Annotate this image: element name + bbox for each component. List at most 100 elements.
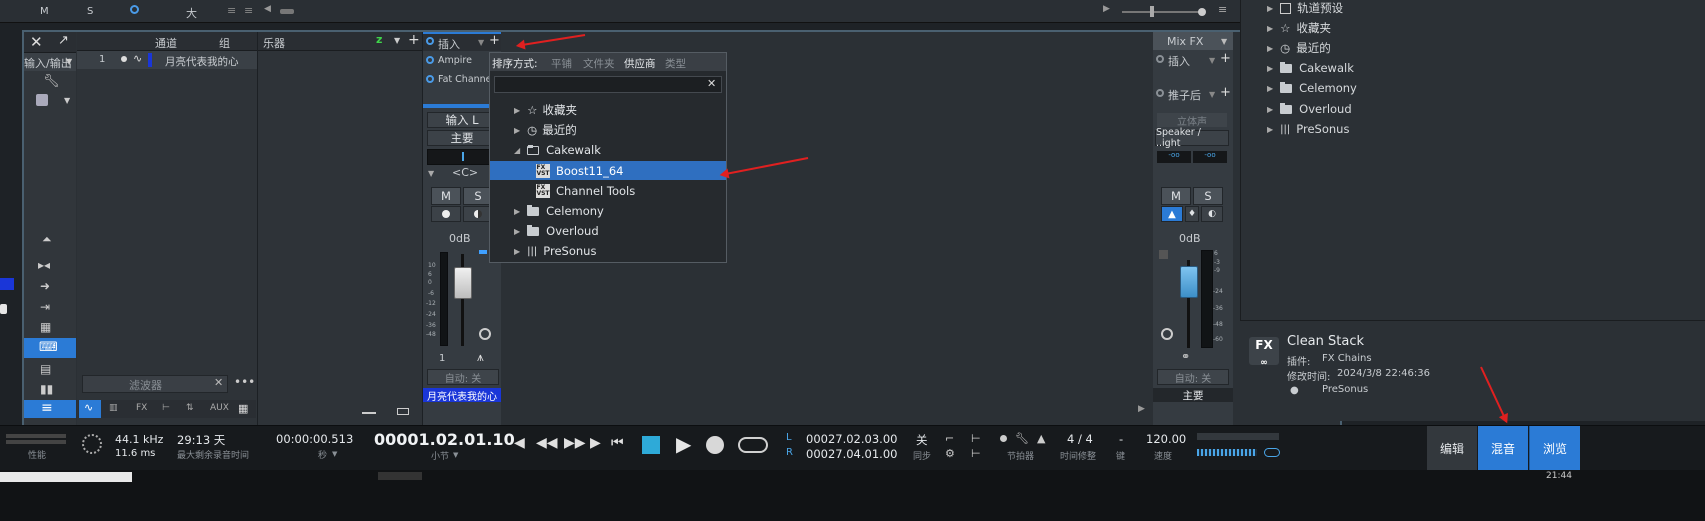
bars-icon[interactable]: ▮▮	[40, 382, 53, 396]
previous-marker-icon[interactable]: ◀	[514, 435, 525, 451]
autopunch-icon[interactable]: ⊢	[971, 447, 981, 460]
add-icon[interactable]: +	[408, 32, 420, 48]
scroll-right-icon[interactable]: ▶	[1103, 4, 1110, 14]
size-selector[interactable]: 大	[186, 5, 197, 21]
power-icon[interactable]	[130, 5, 139, 14]
browser-item[interactable]: ▶ Overloud	[1267, 99, 1352, 119]
power-icon[interactable]	[1156, 55, 1164, 63]
precount-icon[interactable]: ⊢	[971, 432, 981, 445]
bars-display[interactable]: 00001.02.01.10	[374, 430, 515, 449]
zoom-slider[interactable]	[1122, 11, 1204, 13]
column-header-channel[interactable]: 通道	[155, 35, 177, 51]
mic-button[interactable]: ♦	[1185, 206, 1199, 222]
mute-button[interactable]: M	[40, 6, 49, 17]
next-marker-icon[interactable]: ▶	[590, 435, 601, 451]
return-to-zero-icon[interactable]: ⏮	[611, 435, 624, 451]
browser-item[interactable]: ▶ Celemony	[1267, 78, 1357, 98]
seconds-label[interactable]: 秒	[318, 448, 327, 461]
mixfx-selector[interactable]: Mix FX ▼	[1153, 32, 1233, 50]
settings-lines-icon[interactable]: ≡	[1218, 3, 1227, 16]
taskbar-item[interactable]	[378, 472, 422, 480]
list-item[interactable]: ▶ ◷ 最近的	[490, 120, 726, 140]
inserts-header[interactable]: 插入 ▼ +	[423, 33, 501, 51]
chevron-down-icon[interactable]: ▼	[332, 450, 337, 458]
mute-button[interactable]: M	[431, 187, 461, 205]
chevron-down-icon[interactable]: ▼	[1209, 56, 1215, 65]
wrench-icon[interactable]: 🔧︎	[1015, 432, 1029, 445]
listen-button[interactable]: ▲	[1161, 206, 1183, 222]
phase-icon[interactable]	[479, 328, 491, 340]
list-item[interactable]: ▶ Overloud	[490, 221, 726, 241]
chevron-down-icon[interactable]: ▼	[1209, 90, 1215, 99]
list-item[interactable]: ◢ Cakewalk	[490, 140, 726, 160]
add-insert-icon[interactable]: +	[1220, 85, 1231, 100]
menu-icon[interactable]: ≡	[227, 4, 236, 17]
post-fader-header[interactable]: 推子后 ▼ +	[1153, 85, 1233, 103]
channel-name[interactable]: 主要	[1153, 388, 1233, 402]
detach-icon[interactable]: ↗	[58, 33, 69, 48]
sync-value[interactable]: 关	[916, 432, 928, 448]
output-selector[interactable]: Speaker / ..ight	[1155, 127, 1229, 149]
tab-browse[interactable]: 浏览	[1529, 426, 1580, 470]
list-view-button[interactable]: ≡	[24, 400, 76, 418]
chevron-down-icon[interactable]: ▼	[394, 36, 400, 45]
add-insert-icon[interactable]: +	[489, 33, 500, 48]
mute-button[interactable]: M	[1161, 187, 1191, 205]
expand-horizontal-icon[interactable]: ▸◂	[38, 258, 50, 272]
loop-start[interactable]: 00027.02.03.00	[806, 432, 897, 446]
link-button[interactable]: ◐	[1201, 206, 1223, 222]
grid-icon[interactable]: ▦	[40, 320, 51, 334]
volume-fader[interactable]	[1180, 266, 1198, 298]
rewind-icon[interactable]: ◀◀	[536, 435, 558, 451]
phase-icon[interactable]	[1161, 328, 1173, 340]
chevron-down-icon[interactable]: ▼	[478, 38, 484, 47]
list-item[interactable]: ▶ Celemony	[490, 201, 726, 221]
output-icon[interactable]: ⇥	[40, 300, 50, 314]
metronome-icon[interactable]: ▲	[1037, 432, 1045, 445]
scroll-right-icon[interactable]: ▶	[1138, 404, 1145, 414]
column-header-group[interactable]: 组	[219, 35, 230, 51]
loop-button[interactable]	[738, 437, 768, 453]
lines-icon[interactable]: ≡	[244, 4, 253, 17]
bus-icon[interactable]: ⇅	[186, 403, 194, 413]
sort-option-flat[interactable]: 平铺	[551, 56, 572, 71]
input-icon[interactable]: ➜	[40, 279, 50, 293]
keyboard-small-icon[interactable]: ▥	[109, 403, 118, 413]
seconds-display[interactable]: 00:00:00.513	[276, 432, 353, 446]
stop-button[interactable]	[642, 436, 660, 454]
bars-label[interactable]: 小节	[431, 449, 449, 462]
time-signature[interactable]: 4 / 4	[1067, 432, 1093, 446]
automation-selector[interactable]: 自动: 关	[1157, 369, 1229, 385]
zoom-slider-thumb[interactable]	[1150, 6, 1154, 17]
clear-icon[interactable]: ✕	[214, 376, 223, 389]
chevron-down-icon[interactable]: ▼	[64, 96, 70, 105]
tab-mix[interactable]: 混音	[1478, 426, 1528, 470]
solo-button[interactable]: S	[87, 6, 93, 17]
waveform-tab[interactable]: ∿	[79, 400, 101, 418]
more-icon[interactable]: •••	[234, 375, 255, 389]
inserts-header[interactable]: 插入 ▼ +	[1153, 51, 1233, 69]
filter-input[interactable]: 滤波器 ✕	[82, 375, 228, 393]
clear-icon[interactable]: ✕	[707, 77, 716, 90]
fast-forward-icon[interactable]: ▶▶	[564, 435, 586, 451]
wrench-icon[interactable]: 🔧︎	[43, 74, 60, 89]
power-icon[interactable]	[426, 56, 434, 64]
io-toggle[interactable]: 输入/输出 ▼	[24, 53, 76, 71]
record-button[interactable]	[431, 206, 461, 222]
list-item[interactable]: FX VST Channel Tools	[490, 181, 726, 201]
browser-item[interactable]: ▶ Cakewalk	[1267, 58, 1354, 78]
key-value[interactable]: -	[1119, 432, 1123, 446]
restore-icon[interactable]	[397, 408, 409, 415]
minimize-icon[interactable]	[362, 412, 376, 414]
scroll-left-icon[interactable]: ◀	[264, 4, 271, 14]
add-insert-icon[interactable]: +	[1220, 51, 1231, 66]
browser-item[interactable]: ▶ ||| PreSonus	[1267, 119, 1349, 139]
sort-icon[interactable]: z	[376, 33, 382, 46]
layers-icon[interactable]: ▤	[40, 362, 51, 376]
tempo-value[interactable]: 120.00	[1146, 432, 1186, 446]
sort-option-vendor[interactable]: 供应商	[624, 56, 656, 71]
loop-end[interactable]: 00027.04.01.00	[806, 447, 897, 461]
sort-option-folder[interactable]: 文件夹	[583, 56, 615, 71]
solo-button[interactable]: S	[1193, 187, 1223, 205]
gear-icon[interactable]: ⚙	[945, 447, 955, 460]
